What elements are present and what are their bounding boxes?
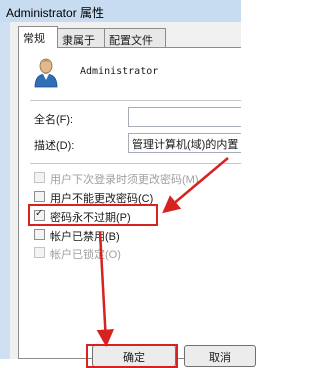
tab-member-of-label: 隶属于 bbox=[62, 35, 95, 47]
checkbox-box[interactable] bbox=[34, 172, 45, 183]
tab-member-of[interactable]: 隶属于 bbox=[57, 28, 105, 47]
checkbox-label: 帐户已锁定(O) bbox=[50, 249, 121, 261]
tab-profile[interactable]: 配置文件 bbox=[104, 28, 166, 47]
title-bar[interactable]: Administrator 属性 bbox=[0, 0, 241, 22]
fullname-label: 全名(F): bbox=[34, 114, 74, 126]
highlight-password-never-expires bbox=[28, 204, 158, 226]
tab-general[interactable]: 常规 bbox=[18, 26, 58, 48]
separator-mid bbox=[30, 163, 241, 164]
fullname-field[interactable] bbox=[128, 107, 241, 127]
account-name: Administrator bbox=[80, 66, 159, 77]
description-field[interactable]: 管理计算机(域)的内置 bbox=[128, 133, 241, 153]
checkbox-box[interactable] bbox=[34, 229, 45, 240]
user-icon bbox=[34, 58, 58, 88]
checkbox-label: 用户下次登录时须更改密码(M) bbox=[50, 174, 199, 186]
checkbox-box[interactable] bbox=[34, 191, 45, 202]
window-title: Administrator 属性 bbox=[6, 6, 105, 20]
tab-general-label: 常规 bbox=[23, 33, 45, 45]
description-label: 描述(D): bbox=[34, 140, 75, 152]
cancel-button-label: 取消 bbox=[209, 352, 231, 364]
properties-dialog: Administrator 属性 常规 隶属于 配置文件 Administrat… bbox=[0, 0, 256, 368]
highlight-ok-button bbox=[86, 344, 178, 368]
cancel-button[interactable]: 取消 bbox=[184, 345, 256, 367]
checkbox-box[interactable] bbox=[34, 247, 45, 258]
checkbox-label: 帐户已禁用(B) bbox=[50, 231, 120, 243]
separator-top bbox=[30, 100, 241, 101]
tab-profile-label: 配置文件 bbox=[109, 35, 153, 47]
